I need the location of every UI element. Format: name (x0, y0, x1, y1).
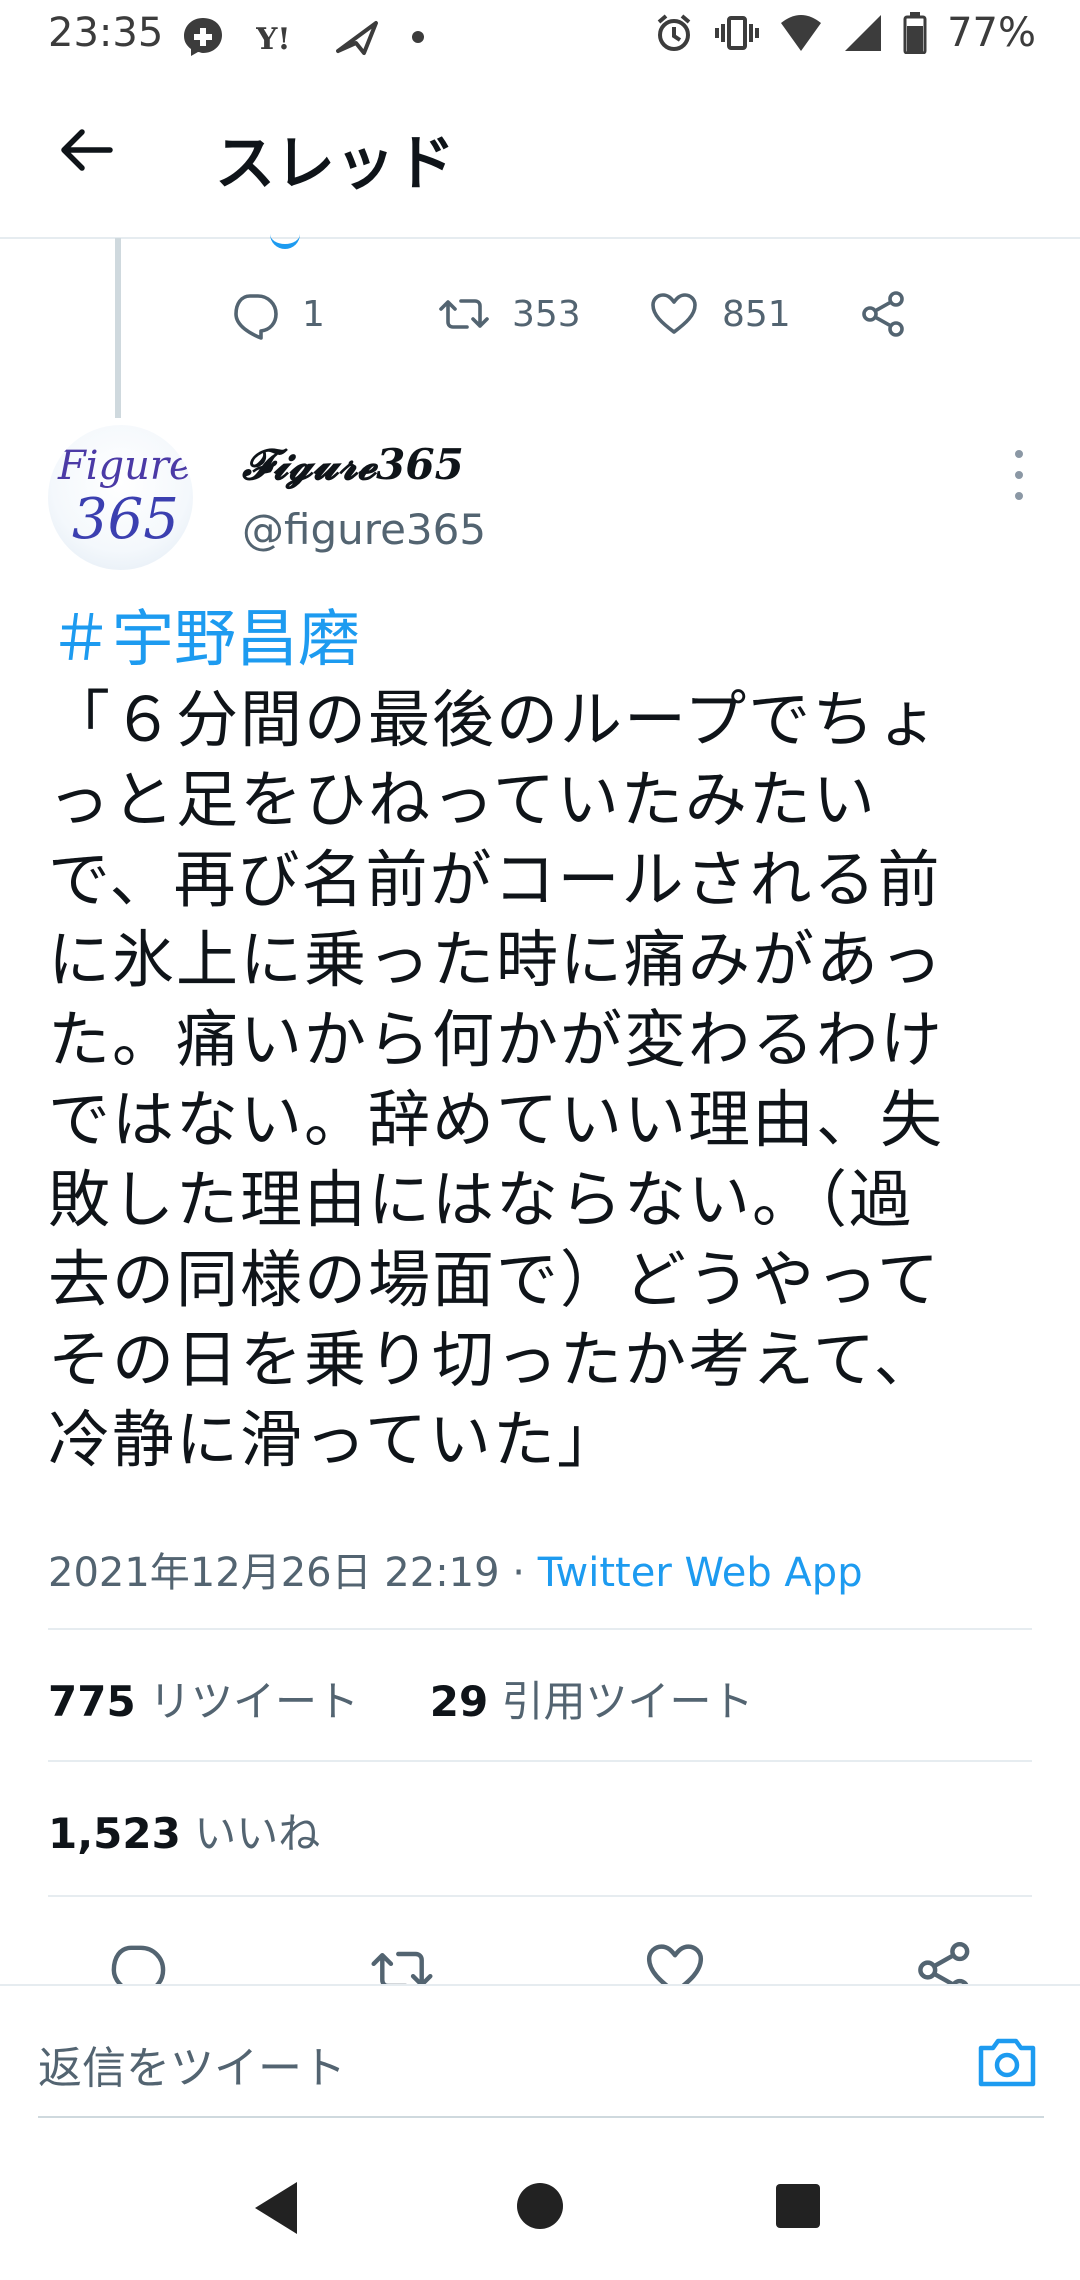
quote-count: 29 (429, 1677, 489, 1726)
retweet-label: リツイート (135, 1677, 360, 1726)
send-icon (336, 21, 378, 55)
tweet-metadata: 2021年12月26日 22:19 · Twitter Web App (48, 1540, 863, 1598)
wifi-icon (781, 15, 822, 51)
prev-retweet-count: 353 (512, 293, 581, 335)
avatar-text-365: 365 (72, 487, 179, 552)
reply-input-underline (38, 2116, 1044, 2118)
page-title: スレッド (215, 129, 455, 199)
yahoo-icon: Y! (256, 22, 291, 57)
divider (48, 1628, 1032, 1630)
author-handle[interactable]: @figure365 (242, 505, 486, 554)
hashtag-link[interactable]: ＃宇野昌磨 (50, 588, 360, 678)
like-count: 1,523 (48, 1809, 181, 1858)
retweet-stats: 775 リツイート 29 引用ツイート (48, 1668, 754, 1729)
tweet-timestamp[interactable]: 2021年12月26日 22:19 · (48, 1550, 538, 1596)
previous-tweet-text-fragment (270, 228, 300, 249)
retweet-count: 775 (48, 1677, 136, 1726)
prev-reply-count: 1 (302, 293, 325, 335)
reply-input[interactable]: 返信をツイート (38, 2032, 346, 2096)
nav-recents-icon[interactable] (776, 2184, 820, 2228)
camera-button[interactable] (975, 2030, 1039, 2094)
header-divider (0, 237, 1080, 239)
heart-icon[interactable] (643, 1938, 707, 1985)
prev-retweet-button[interactable]: 353 (438, 288, 648, 340)
quotes-stat[interactable]: 29 引用ツイート (430, 1677, 754, 1726)
status-bar: 23:35 Y! 77% (0, 0, 1080, 72)
tweet-source-link[interactable]: Twitter Web App (538, 1550, 863, 1596)
divider (48, 1760, 1032, 1762)
back-button[interactable] (50, 115, 120, 185)
prev-reply-button[interactable]: 1 (228, 288, 438, 340)
divider (48, 1895, 1032, 1897)
reply-icon[interactable] (104, 1938, 168, 1985)
camera-icon (978, 2038, 1036, 2087)
likes-stat[interactable]: 1,523 いいね (48, 1800, 320, 1861)
avatar[interactable]: Figure 365 (48, 425, 193, 570)
tweet-text: 「６分間の最後のループでちょ っと足をひねっていたみたい で、再び名前がコールさ… (48, 683, 945, 1476)
author-name[interactable]: 𝓕𝓲𝓰𝓾𝓻𝓮365 (242, 440, 464, 490)
prev-share-button[interactable] (858, 288, 910, 340)
more-options-button[interactable] (1004, 450, 1034, 500)
thread-connector-line (115, 238, 121, 418)
battery-percent: 77% (947, 10, 1036, 56)
status-notification-icons: Y! (180, 12, 426, 62)
prev-like-count: 851 (722, 293, 791, 335)
battery-icon (903, 12, 927, 54)
previous-tweet-actions: 1 353 851 (228, 288, 910, 340)
more-dot-icon (1015, 450, 1023, 458)
nav-home-icon[interactable] (517, 2183, 563, 2229)
share-icon (862, 291, 904, 337)
quote-label: 引用ツイート (488, 1677, 754, 1726)
messenger-icon (184, 18, 222, 56)
retweet-icon[interactable] (370, 1938, 434, 1985)
status-time: 23:35 (48, 10, 164, 56)
arrow-left-icon (61, 129, 113, 171)
retweets-stat[interactable]: 775 リツイート (48, 1677, 359, 1726)
heart-icon (651, 293, 697, 334)
dot-icon (412, 31, 424, 43)
status-right: 77% (653, 10, 1036, 56)
nav-back-icon[interactable] (255, 2182, 297, 2234)
signal-icon (845, 15, 882, 51)
avatar-text-figure: Figure (58, 443, 193, 489)
svg-text:Y!: Y! (256, 22, 291, 57)
retweet-icon (439, 299, 489, 329)
reply-icon (234, 294, 278, 340)
like-label: いいね (180, 1809, 321, 1858)
share-icon[interactable] (913, 1938, 977, 1985)
tweet-actions (0, 1930, 1080, 1985)
more-dot-icon (1015, 471, 1023, 479)
alarm-icon (657, 14, 691, 51)
more-dot-icon (1015, 492, 1023, 500)
vibrate-icon (715, 16, 760, 50)
prev-like-button[interactable]: 851 (648, 288, 858, 340)
